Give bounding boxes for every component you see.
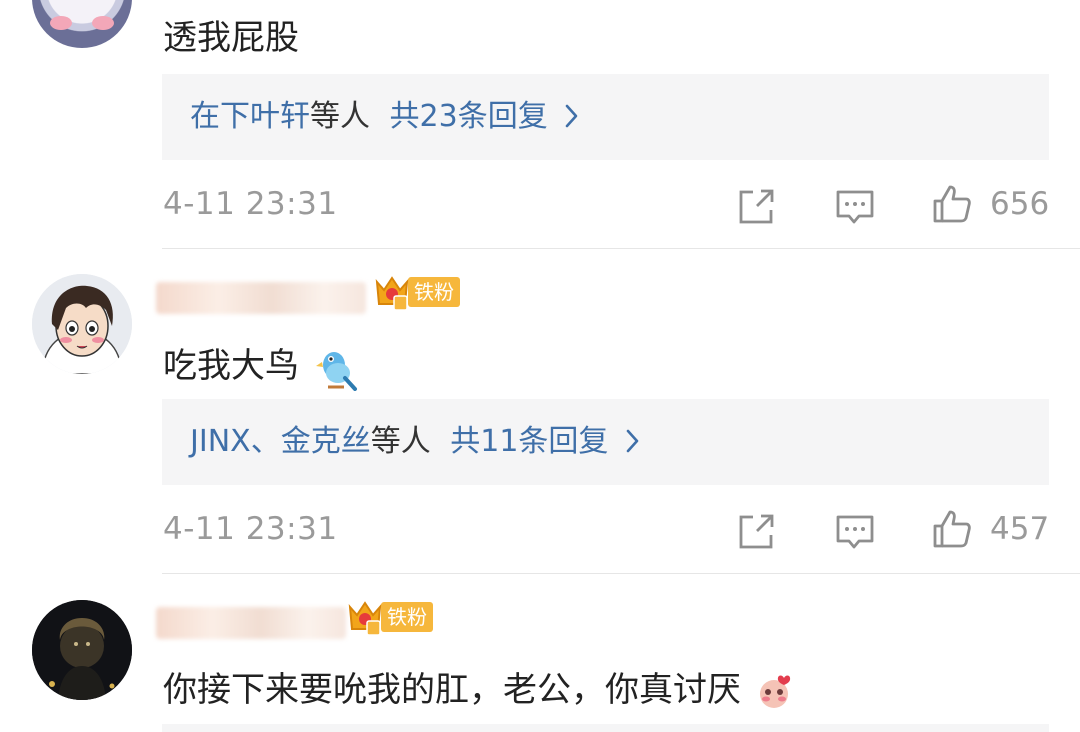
timestamp: 4-11 23:31 (163, 511, 338, 547)
fan-badge-label: 铁粉 (381, 602, 433, 632)
comment-body: 你接下来要吮我的肛，老公，你真讨厌 (163, 662, 794, 712)
fan-badge-label: 铁粉 (408, 277, 460, 307)
comment-body: 吃我大鸟 (163, 338, 358, 391)
timestamp: 4-11 23:31 (163, 186, 338, 222)
share-icon[interactable] (736, 512, 776, 552)
avatar[interactable] (32, 600, 132, 700)
avatar[interactable] (32, 274, 132, 374)
blushing-emoji-icon (759, 675, 790, 708)
anime-face-icon (32, 274, 132, 374)
reply-authors-suffix: 等人 (370, 424, 431, 459)
replies-preview[interactable]: JINX、金克丝等人 共11条回复 (162, 399, 1049, 485)
crown-badge-icon (375, 276, 409, 311)
comment-icon[interactable] (835, 512, 875, 552)
chevron-right-icon (565, 104, 578, 128)
divider (162, 573, 1080, 574)
thumbs-up-icon[interactable] (932, 184, 972, 224)
like-count: 457 (990, 511, 1050, 547)
reply-authors-suffix: 等人 (310, 99, 370, 134)
avatar[interactable] (32, 0, 132, 48)
like-count: 656 (990, 186, 1050, 222)
comment-text: 透我屁股 (163, 18, 299, 58)
comment-text: 你接下来要吮我的肛，老公，你真讨厌 (163, 670, 741, 710)
reply-authors: JINX、金克丝 (190, 424, 371, 459)
share-icon[interactable] (736, 187, 776, 227)
divider (162, 248, 1080, 249)
comment-text: 吃我大鸟 (163, 346, 299, 386)
chevron-right-icon (626, 429, 639, 453)
parrot-emoji-icon (315, 351, 357, 391)
reply-authors: 在下叶轩 (190, 99, 310, 134)
reply-count-link[interactable]: 共23条回复 (390, 99, 548, 134)
comment-icon[interactable] (835, 187, 875, 227)
dark-portrait-icon (32, 600, 132, 700)
username-blurred[interactable] (156, 282, 366, 314)
fan-badge[interactable]: 铁粉 (372, 276, 460, 311)
thumbs-up-icon[interactable] (932, 509, 972, 549)
replies-preview[interactable] (162, 724, 1049, 732)
fan-badge[interactable]: 铁粉 (345, 601, 433, 636)
replies-preview[interactable]: 在下叶轩等人 共23条回复 (162, 74, 1049, 160)
reply-count-link[interactable]: 共11条回复 (450, 424, 608, 459)
crown-badge-icon (348, 601, 382, 636)
username-blurred[interactable] (156, 607, 346, 639)
